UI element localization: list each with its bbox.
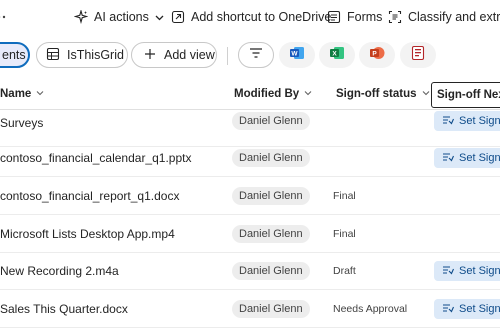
add-view-label: Add view <box>164 48 215 62</box>
file-name[interactable]: Surveys <box>0 116 43 130</box>
filter-button[interactable] <box>238 42 274 68</box>
column-header-signoff-status[interactable]: Sign-off status <box>336 88 430 100</box>
forms-label: Forms <box>347 10 383 24</box>
column-header-modified-by-label: Modified By <box>234 88 300 100</box>
set-signoff-button[interactable]: Set Sign-o <box>434 261 500 281</box>
filter-icon <box>249 46 263 64</box>
modified-by-persona[interactable]: Daniel Glenn <box>232 149 310 167</box>
chevron-down-icon <box>155 13 164 22</box>
signoff-status: Final <box>333 190 356 202</box>
set-signoff-button[interactable]: Set Sign-o <box>434 111 500 131</box>
modified-by-persona[interactable]: Daniel Glenn <box>232 262 310 280</box>
svg-text:X: X <box>332 50 337 57</box>
add-shortcut-label: Add shortcut to OneDrive <box>191 10 332 24</box>
set-signoff-label: Set Sign-o <box>459 152 500 164</box>
table-row[interactable]: Sales This Quarter.docx Daniel Glenn Nee… <box>0 291 500 328</box>
view-bar: ents IsThisGrid Add view W X P <box>0 38 500 72</box>
word-icon: W <box>289 45 305 66</box>
file-name[interactable]: contoso_financial_calendar_q1.pptx <box>0 151 191 165</box>
view-bar-divider <box>227 47 228 65</box>
new-excel-button[interactable]: X <box>319 42 355 68</box>
column-header-name-label: Name <box>0 88 32 100</box>
modified-by-persona[interactable]: Daniel Glenn <box>232 112 310 130</box>
table-row[interactable]: Microsoft Lists Desktop App.mp4 Daniel G… <box>0 216 500 253</box>
file-name[interactable]: contoso_financial_report_q1.docx <box>0 189 179 203</box>
new-powerpoint-button[interactable]: P <box>359 42 395 68</box>
grid-view-icon <box>46 47 60 64</box>
file-name[interactable]: Microsoft Lists Desktop App.mp4 <box>0 227 175 241</box>
forms-file-icon <box>411 45 425 66</box>
forms-button[interactable]: Forms <box>327 8 382 26</box>
set-signoff-button[interactable]: Set Sign-o <box>434 299 500 319</box>
column-header-modified-by[interactable]: Modified By <box>234 88 312 100</box>
column-header-name[interactable]: Name <box>0 88 44 100</box>
flow-icon <box>442 152 455 165</box>
chevron-down-icon <box>422 88 430 100</box>
signoff-status: Needs Approval <box>333 303 408 315</box>
add-shortcut-icon <box>171 10 185 24</box>
modified-by-persona[interactable]: Daniel Glenn <box>232 187 310 205</box>
column-header-signoff-next[interactable]: Sign-off Next S <box>431 82 500 108</box>
chevron-down-icon <box>36 88 44 100</box>
sparkle-icon <box>74 10 88 24</box>
classify-icon <box>388 10 402 24</box>
plus-icon <box>144 48 156 63</box>
flow-icon <box>442 303 455 316</box>
svg-text:W: W <box>291 50 298 57</box>
chevron-down-icon <box>304 88 312 100</box>
table-row[interactable]: contoso_financial_calendar_q1.pptx Danie… <box>0 140 500 177</box>
excel-icon: X <box>329 45 345 66</box>
command-overflow[interactable] <box>0 8 8 26</box>
file-name[interactable]: New Recording 2.m4a <box>0 264 119 278</box>
flow-icon <box>442 265 455 278</box>
view-pill-grid-label: IsThisGrid <box>67 48 124 62</box>
new-forms-button[interactable] <box>400 42 436 68</box>
set-signoff-label: Set Sign-o <box>459 265 500 277</box>
modified-by-persona[interactable]: Daniel Glenn <box>232 225 310 243</box>
new-word-button[interactable]: W <box>279 42 315 68</box>
add-shortcut-button[interactable]: Add shortcut to OneDrive <box>171 8 331 26</box>
view-pill-selected-label: ents <box>2 48 26 62</box>
table-row[interactable]: New Recording 2.m4a Daniel Glenn Draft S… <box>0 253 500 290</box>
forms-icon <box>327 10 341 24</box>
command-bar: AI actions Add shortcut to OneDrive Form… <box>0 0 500 34</box>
column-header-row: Name Modified By Sign-off status Sign-of… <box>0 80 500 110</box>
classify-label: Classify and extract <box>408 10 500 24</box>
column-header-signoff-next-label: Sign-off Next S <box>437 89 500 101</box>
set-signoff-label: Set Sign-o <box>459 115 500 127</box>
ellipsis-icon <box>0 10 8 24</box>
view-pill-selected[interactable]: ents <box>0 42 30 68</box>
classify-button[interactable]: Classify and extract <box>388 8 500 26</box>
signoff-status: Final <box>333 228 356 240</box>
svg-text:P: P <box>372 50 377 57</box>
powerpoint-icon: P <box>369 45 385 66</box>
ai-actions-button[interactable]: AI actions <box>74 8 164 26</box>
column-header-signoff-status-label: Sign-off status <box>336 88 417 100</box>
add-view-button[interactable]: Add view <box>131 42 217 68</box>
signoff-status: Draft <box>333 265 356 277</box>
set-signoff-label: Set Sign-o <box>459 303 500 315</box>
file-name[interactable]: Sales This Quarter.docx <box>0 302 128 316</box>
table-row[interactable]: contoso_financial_report_q1.docx Daniel … <box>0 178 500 215</box>
ai-actions-label: AI actions <box>94 10 149 24</box>
set-signoff-button[interactable]: Set Sign-o <box>434 148 500 168</box>
modified-by-persona[interactable]: Daniel Glenn <box>232 300 310 318</box>
view-pill-grid[interactable]: IsThisGrid <box>36 42 128 68</box>
flow-icon <box>442 115 455 128</box>
